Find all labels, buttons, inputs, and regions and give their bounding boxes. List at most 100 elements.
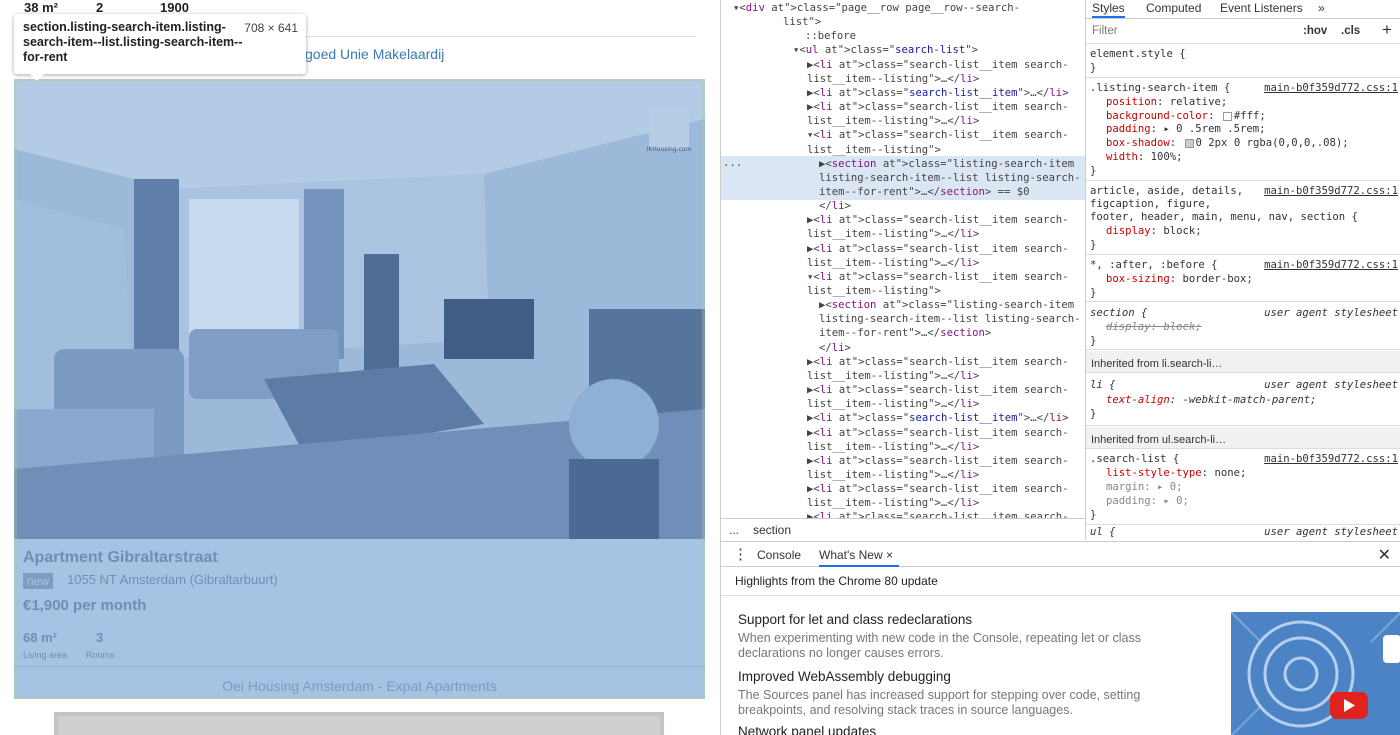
source-link[interactable]: main-b0f359d772.css:1 [1264, 259, 1398, 271]
dom-node-line[interactable]: ▶<li at">class="search-list__item search… [807, 383, 1069, 397]
inherited-from-li[interactable]: Inherited from li.search-li… [1086, 351, 1400, 373]
prop-value[interactable]: ▸ 0; [1157, 481, 1183, 493]
tab-styles[interactable]: Styles [1092, 0, 1125, 18]
more-tabs-icon[interactable]: » [1318, 0, 1325, 16]
whats-new-item[interactable]: Improved WebAssembly debugging The Sourc… [738, 669, 1178, 718]
prop-name[interactable]: margin [1106, 481, 1144, 493]
dom-node-line[interactable]: list__item--listing">…</li> [807, 227, 979, 241]
dom-node-line[interactable]: item--for-rent">…</section> [819, 326, 991, 340]
prop-name[interactable]: text-align [1106, 394, 1170, 406]
prop-name[interactable]: padding [1106, 123, 1151, 135]
listing-photo[interactable]: IKHousing.com [14, 79, 705, 539]
source-link[interactable]: main-b0f359d772.css:1 [1264, 453, 1398, 465]
breadcrumb-section[interactable]: section [753, 523, 791, 537]
dom-node-line[interactable]: ▶<section at">class="listing-search-item [819, 298, 1074, 312]
rule-search-list[interactable]: .search-list { main-b0f359d772.css:1 lis… [1086, 450, 1400, 525]
prop-name[interactable]: display [1106, 225, 1151, 237]
dom-node-line[interactable]: list__item--listing">…</li> [807, 369, 979, 383]
tab-computed[interactable]: Computed [1146, 0, 1201, 16]
hov-toggle[interactable]: :hov [1303, 25, 1327, 37]
rule-article-section[interactable]: article, aside, details, main-b0f359d772… [1086, 182, 1400, 255]
breadcrumb-more[interactable]: ... [729, 523, 739, 537]
prop-name[interactable]: box-sizing [1106, 273, 1170, 285]
prop-name[interactable]: list-style-type [1106, 467, 1202, 479]
prop-value[interactable]: 0 2px 0 rgba(0,0,0,.08); [1196, 137, 1349, 149]
rule-section-ua[interactable]: section { user agent stylesheet display:… [1086, 303, 1400, 350]
whats-new-item[interactable]: Support for let and class redeclarations… [738, 612, 1178, 661]
rule-li-ua[interactable]: li { user agent stylesheet text-align: -… [1086, 374, 1400, 426]
dom-node-line[interactable]: ▶<li at">class="search-list__item search… [807, 426, 1069, 440]
dom-node-line[interactable]: ▶<li at">class="search-list__item search… [807, 355, 1069, 369]
dom-node-line[interactable]: list__item--listing">…</li> [807, 468, 979, 482]
prop-value[interactable]: ▸ 0 .5rem .5rem; [1163, 123, 1265, 135]
dom-node-line[interactable]: </li> [819, 341, 851, 355]
dom-node-line[interactable]: ▾<li at">class="search-list__item search… [807, 128, 1069, 142]
rule-ul-ua[interactable]: ul { user agent stylesheet [1086, 526, 1400, 540]
dom-node-line[interactable]: ▶<li at">class="search-list__item search… [807, 213, 1069, 227]
dom-node-line[interactable]: list__item--listing">…</li> [807, 114, 979, 128]
rule-element-style[interactable]: element.style { } [1086, 45, 1400, 78]
dom-node-line[interactable]: list__item--listing">…</li> [807, 397, 979, 411]
inherited-from-ul[interactable]: Inherited from ul.search-li… [1086, 427, 1400, 449]
cls-toggle[interactable]: .cls [1341, 25, 1360, 37]
dom-node-line[interactable]: list__item--listing">…</li> [807, 496, 979, 510]
dom-node-line[interactable]: ▶<li at">class="search-list__item search… [807, 100, 1069, 114]
dom-node-line[interactable]: list__item--listing">…</li> [807, 440, 979, 454]
prop-name[interactable]: width [1106, 151, 1138, 163]
next-listing-photo[interactable] [54, 712, 664, 735]
prop-value[interactable]: none; [1214, 467, 1246, 479]
color-swatch[interactable] [1222, 111, 1232, 121]
prop-name[interactable]: padding [1106, 495, 1151, 507]
prop-value[interactable]: -webkit-match-parent; [1183, 394, 1317, 406]
prop-value[interactable]: #fff; [1234, 110, 1266, 122]
dom-node-line[interactable]: ::before [805, 29, 856, 43]
tab-event-listeners[interactable]: Event Listeners [1220, 0, 1303, 16]
rule-listing-search-item[interactable]: .listing-search-item { main-b0f359d772.c… [1086, 79, 1400, 181]
prop-value[interactable]: 100%; [1151, 151, 1183, 163]
prop-value[interactable]: ▸ 0; [1163, 495, 1189, 507]
source-link[interactable]: main-b0f359d772.css:1 [1264, 185, 1398, 197]
source-link[interactable]: main-b0f359d772.css:1 [1264, 82, 1398, 94]
dom-node-line[interactable]: list__item--listing">…</li> [807, 72, 979, 86]
tab-whats-new[interactable]: What's New × [819, 542, 899, 567]
agent-link[interactable]: Oei Housing Amsterdam - Expat Apartments [14, 678, 705, 694]
dom-node-line[interactable]: listing-search-item--list listing-search… [819, 171, 1081, 185]
prop-name[interactable]: background-color [1106, 110, 1208, 122]
filter-input[interactable]: Filter [1092, 25, 1118, 37]
prop-name[interactable]: position [1106, 96, 1157, 108]
dom-node-line[interactable]: ▶<li at">class="search-list__item search… [807, 482, 1069, 496]
dom-node-line[interactable]: list__item--listing">…</li> [807, 256, 979, 270]
whats-new-item[interactable]: Network panel updates [738, 724, 1178, 735]
elements-tree[interactable]: ... ▾<div at">class="page__row page__row-… [721, 0, 1085, 540]
prop-value[interactable]: border-box; [1183, 273, 1253, 285]
dom-node-line[interactable]: ▾<li at">class="search-list__item search… [807, 270, 1069, 284]
prev-agent-link[interactable]: goed Unie Makelaardij [305, 46, 444, 62]
prop-value[interactable]: block; [1163, 225, 1201, 237]
prop-value[interactable]: relative; [1170, 96, 1227, 108]
dom-node-line[interactable]: ▾<div at">class="page__row page__row--se… [733, 1, 1020, 15]
dom-node-line[interactable]: listing-search-item--list listing-search… [819, 312, 1081, 326]
dom-node-line[interactable]: </li> [819, 199, 851, 213]
video-thumbnail[interactable] [1231, 612, 1400, 735]
shadow-swatch[interactable] [1184, 138, 1194, 148]
new-rule-button[interactable]: + [1382, 20, 1392, 40]
dom-node-line[interactable]: ▶<li at">class="search-list__item search… [807, 454, 1069, 468]
listing-card-highlighted[interactable]: IKHousing.com Apartment Gibraltarstraat … [14, 79, 705, 699]
rule-box-sizing[interactable]: *, :after, :before { main-b0f359d772.css… [1086, 256, 1400, 302]
listing-title-link[interactable]: Apartment Gibraltarstraat [23, 549, 218, 567]
dom-node-line[interactable]: ▶<li at">class="search-list__item">…</li… [807, 411, 1069, 425]
dom-node-line[interactable]: list__item--listing"> [807, 284, 941, 298]
close-tab-icon[interactable]: × [886, 548, 893, 562]
dom-node-line[interactable]: list"> [783, 15, 821, 29]
dom-node-line[interactable]: ▾<ul at">class="search-list"> [793, 43, 978, 57]
overridden-prop[interactable]: display: block; [1106, 321, 1202, 335]
dom-node-line[interactable]: item--for-rent">…</section> == $0 [819, 185, 1030, 199]
prop-name[interactable]: box-shadow [1106, 137, 1170, 149]
drawer-menu-icon[interactable]: ⋮ [733, 545, 748, 563]
node-actions-icon[interactable]: ... [723, 156, 742, 170]
tab-console[interactable]: Console [757, 548, 801, 562]
dom-node-line[interactable]: ▶<section at">class="listing-search-item [819, 157, 1074, 171]
dom-node-line[interactable]: ▶<li at">class="search-list__item search… [807, 242, 1069, 256]
dom-node-line[interactable]: ▶<li at">class="search-list__item">…</li… [807, 86, 1069, 100]
dom-node-line[interactable]: ▶<li at">class="search-list__item search… [807, 58, 1069, 72]
